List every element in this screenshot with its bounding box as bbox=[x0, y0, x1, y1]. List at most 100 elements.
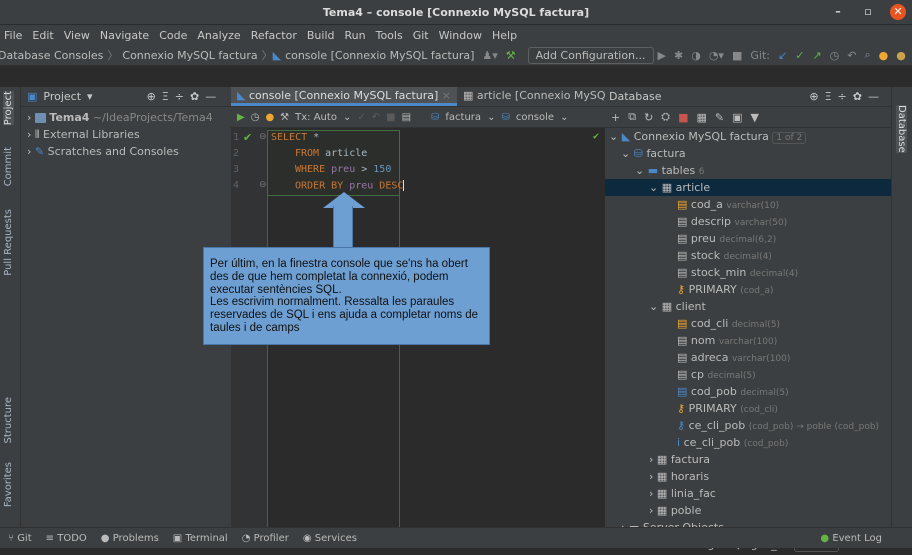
breadcrumb-console[interactable]: console [Connexio MySQL factura] bbox=[281, 49, 478, 62]
chevron-down-icon[interactable]: ⌄ bbox=[560, 112, 568, 123]
build-hammer-icon[interactable]: ⚒ bbox=[506, 49, 516, 62]
collapse-all-icon[interactable]: Ξ bbox=[162, 90, 169, 103]
chevron-right-icon[interactable]: › bbox=[649, 453, 653, 466]
tool-tab-profiler[interactable]: ◔ Profiler bbox=[242, 533, 289, 544]
menu-refactor[interactable]: Refactor bbox=[251, 29, 297, 42]
chevron-down-icon[interactable]: ⌄ bbox=[487, 112, 495, 123]
menu-help[interactable]: Help bbox=[492, 29, 517, 42]
table-editor-icon[interactable]: ▦ bbox=[697, 111, 707, 124]
tool-tab-project[interactable]: Project bbox=[3, 91, 14, 126]
tree-item-column[interactable]: ▤ cod_cli decimal(5) bbox=[605, 315, 891, 332]
fold-icon[interactable]: ⊖ bbox=[259, 132, 267, 142]
git-update-icon[interactable]: ↙ bbox=[778, 49, 787, 62]
close-icon[interactable]: × bbox=[442, 89, 451, 102]
rollback-icon[interactable]: ↶ bbox=[847, 49, 856, 62]
refresh-icon[interactable]: ↻ bbox=[644, 111, 653, 124]
tree-item-column[interactable]: ▤ adreca varchar(100) bbox=[605, 349, 891, 366]
tree-item-column[interactable]: ▤ cp decimal(5) bbox=[605, 366, 891, 383]
tree-item-column[interactable]: ▤ cod_pob decimal(5) bbox=[605, 383, 891, 400]
tool-tab-structure[interactable]: Structure bbox=[3, 397, 14, 444]
menu-run[interactable]: Run bbox=[345, 29, 366, 42]
chevron-right-icon[interactable]: › bbox=[27, 111, 31, 124]
search-icon[interactable]: ⌕ bbox=[864, 48, 870, 62]
stop-icon[interactable]: ■ bbox=[678, 111, 688, 124]
add-configuration-button[interactable]: Add Configuration... bbox=[527, 46, 654, 64]
menu-file[interactable]: File bbox=[4, 29, 22, 42]
tree-item-table[interactable]: › ▦ horaris bbox=[605, 468, 891, 485]
menu-view[interactable]: View bbox=[64, 29, 90, 42]
tree-item-project[interactable]: › Tema4 ~/IdeaProjects/Tema4 bbox=[21, 109, 231, 126]
table-output-icon[interactable]: ▤ bbox=[402, 112, 411, 123]
tool-tab-git[interactable]: ⑂ Git bbox=[8, 533, 32, 544]
tree-item-table-client[interactable]: ⌄ ▦ client bbox=[605, 298, 891, 315]
chevron-right-icon[interactable]: › bbox=[649, 487, 653, 500]
edit-icon[interactable]: ✎ bbox=[715, 111, 724, 124]
chevron-down-icon[interactable]: ⌄ bbox=[621, 147, 630, 160]
fold-icon[interactable]: ⊖ bbox=[259, 180, 267, 190]
tree-item-schema[interactable]: ⌄ ⛁ factura bbox=[605, 145, 891, 162]
chevron-right-icon[interactable]: › bbox=[649, 504, 653, 517]
profile-icon[interactable]: ◔▾ bbox=[709, 49, 724, 62]
breadcrumb-database-consoles[interactable]: Database Consoles bbox=[0, 49, 107, 62]
database-header-icons[interactable]: ⊕Ξ÷✿— bbox=[809, 90, 885, 103]
filter-icon[interactable]: ▼ bbox=[751, 111, 759, 124]
console-icon[interactable]: ▣ bbox=[732, 111, 742, 124]
chevron-right-icon[interactable]: › bbox=[649, 470, 653, 483]
chevron-down-icon[interactable]: ▾ bbox=[87, 90, 93, 103]
menu-edit[interactable]: Edit bbox=[32, 29, 53, 42]
menu-tools[interactable]: Tools bbox=[376, 29, 403, 42]
tree-item-external-libraries[interactable]: › ⫴ External Libraries bbox=[21, 126, 231, 143]
chevron-down-icon[interactable]: ⌄ bbox=[649, 181, 658, 194]
tree-item-column[interactable]: ▤ preu decimal(6,2) bbox=[605, 230, 891, 247]
execute-icon[interactable]: ▶ bbox=[237, 112, 245, 123]
expand-icon[interactable]: ÷ bbox=[175, 90, 184, 103]
settings-icon[interactable]: ● bbox=[879, 49, 889, 62]
tree-item-table[interactable]: › ▦ linia_fac bbox=[605, 485, 891, 502]
tool-tab-favorites[interactable]: Favorites bbox=[3, 462, 14, 507]
project-view-selector[interactable]: Project bbox=[43, 90, 81, 103]
tab-console[interactable]: ◣ console [Connexio MySQL factura] × bbox=[231, 87, 457, 106]
menu-analyze[interactable]: Analyze bbox=[197, 29, 240, 42]
coverage-icon[interactable]: ◑ bbox=[691, 49, 701, 62]
tool-tab-terminal[interactable]: ▣ Terminal bbox=[173, 533, 228, 544]
menu-code[interactable]: Code bbox=[159, 29, 187, 42]
history-icon[interactable]: ◷ bbox=[830, 49, 840, 62]
chevron-down-icon[interactable]: ⌄ bbox=[649, 300, 658, 313]
run-icon[interactable]: ▶ bbox=[658, 49, 666, 62]
maximize-icon[interactable]: ▫ bbox=[860, 4, 876, 20]
user-dropdown-icon[interactable]: ♟▾ bbox=[482, 49, 497, 62]
tree-item-column[interactable]: ▤ cod_a varchar(10) bbox=[605, 196, 891, 213]
menu-build[interactable]: Build bbox=[307, 29, 335, 42]
tool-tab-todo[interactable]: ≡ TODO bbox=[46, 533, 87, 544]
tree-item-table-article[interactable]: ⌄ ▦ article bbox=[605, 179, 891, 196]
git-commit-icon[interactable]: ✓ bbox=[795, 49, 804, 62]
tree-item-connection[interactable]: ⌄ ◣ Connexio MySQL factura 1 of 2 bbox=[605, 128, 891, 145]
chevron-right-icon[interactable]: › bbox=[27, 145, 31, 158]
settings-icon[interactable]: ● bbox=[265, 112, 274, 123]
plugin-icon[interactable]: ● bbox=[896, 49, 906, 62]
copy-icon[interactable]: ⧉ bbox=[628, 110, 636, 124]
locate-icon[interactable]: ⊕ bbox=[147, 90, 156, 103]
transaction-mode-selector[interactable]: Tx: Auto bbox=[295, 112, 337, 123]
chevron-down-icon[interactable]: ⌄ bbox=[343, 112, 351, 123]
add-icon[interactable]: + bbox=[611, 111, 620, 124]
schema-sync-icon[interactable]: ⛭ bbox=[661, 110, 670, 124]
tree-item-index[interactable]: i ce_cli_pob (cod_pob) bbox=[605, 434, 891, 451]
history-icon[interactable]: ◷ bbox=[251, 112, 260, 123]
wrench-icon[interactable]: ⚒ bbox=[280, 112, 289, 123]
tree-item-column[interactable]: ▤ stock_min decimal(4) bbox=[605, 264, 891, 281]
tool-tab-database[interactable]: Database bbox=[896, 105, 907, 153]
tool-tab-services[interactable]: ◉ Services bbox=[303, 533, 357, 544]
tab-article[interactable]: ▦ article [Connexio MySQL bbox=[457, 87, 605, 106]
tree-item-foreign-key[interactable]: ⚷ ce_cli_pob (cod_pob) → poble (cod_pob) bbox=[605, 417, 891, 434]
tree-item-table[interactable]: › ▦ factura bbox=[605, 451, 891, 468]
tree-item-primary-key[interactable]: ⚷ PRIMARY (cod_a) bbox=[605, 281, 891, 298]
debug-icon[interactable]: ✱ bbox=[674, 49, 683, 62]
chevron-down-icon[interactable]: ⌄ bbox=[609, 130, 618, 143]
tree-item-column[interactable]: ▤ descrip varchar(50) bbox=[605, 213, 891, 230]
tool-tab-problems[interactable]: ● Problems bbox=[101, 533, 159, 544]
tool-tab-commit[interactable]: Commit bbox=[3, 147, 14, 186]
menu-git[interactable]: Git bbox=[413, 29, 429, 42]
tree-item-column[interactable]: ▤ stock decimal(4) bbox=[605, 247, 891, 264]
tree-item-column[interactable]: ▤ nom varchar(100) bbox=[605, 332, 891, 349]
